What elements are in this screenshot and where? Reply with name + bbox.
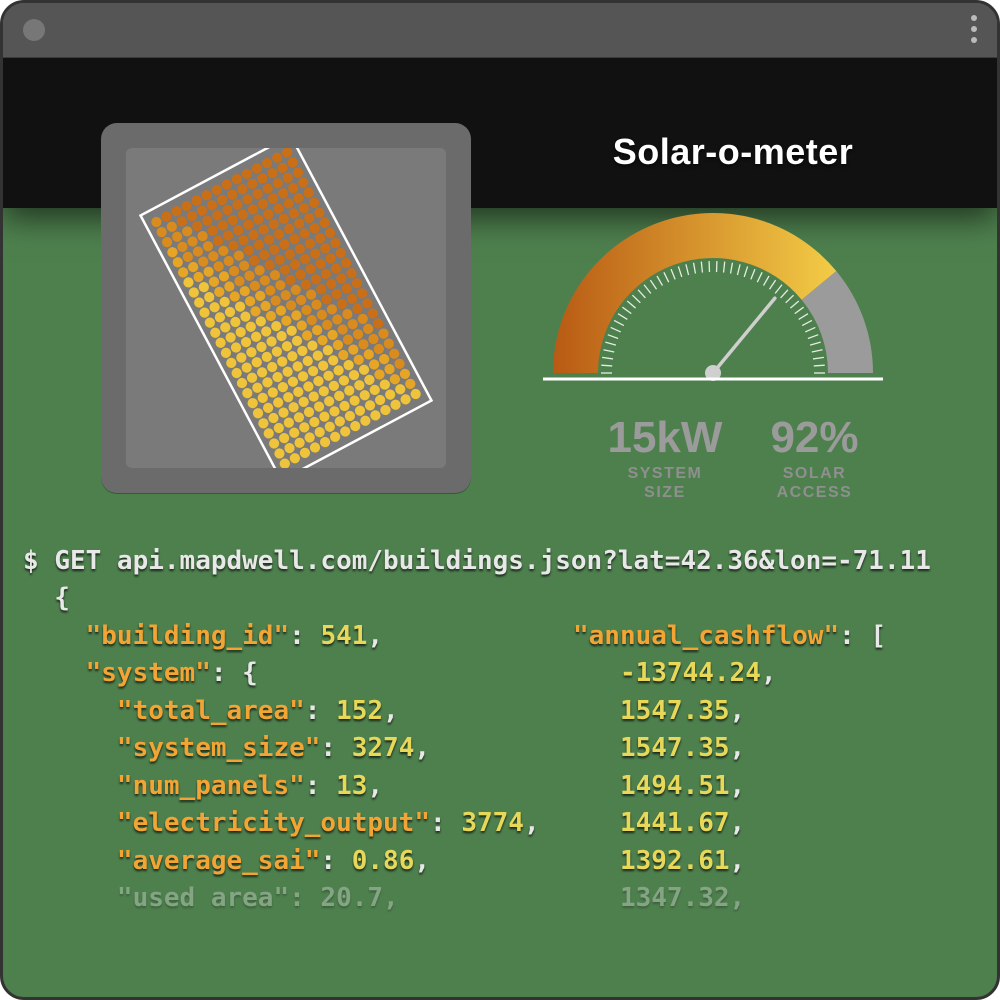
system-size-label-2: SIZE [644, 484, 686, 501]
meter-title: Solar-o-meter [513, 131, 953, 173]
roof-thumbnail [101, 123, 471, 493]
solar-access-label-1: SOLAR [783, 465, 847, 482]
system-size-value: 15kW [607, 416, 722, 460]
gauge-chart [513, 183, 913, 393]
system-size-stat: 15kW SYSTEM SIZE [607, 416, 722, 502]
solar-access-stat: 92% SOLAR ACCESS [770, 416, 858, 502]
solar-access-value: 92% [770, 416, 858, 460]
system-size-label-1: SYSTEM [628, 465, 703, 482]
solar-roof-icon [126, 148, 446, 468]
window-control-icon[interactable] [23, 19, 45, 41]
api-response-block: $ GET api.mapdwell.com/buildings.json?la… [23, 543, 977, 985]
kebab-menu-icon[interactable] [971, 15, 977, 43]
titlebar [3, 3, 997, 58]
meter-stats: 15kW SYSTEM SIZE 92% SOLAR ACCESS [513, 416, 953, 502]
solar-access-label-2: ACCESS [777, 484, 853, 501]
app-window: Solar-o-meter 15kW SYSTEM SIZE 92% [0, 0, 1000, 1000]
